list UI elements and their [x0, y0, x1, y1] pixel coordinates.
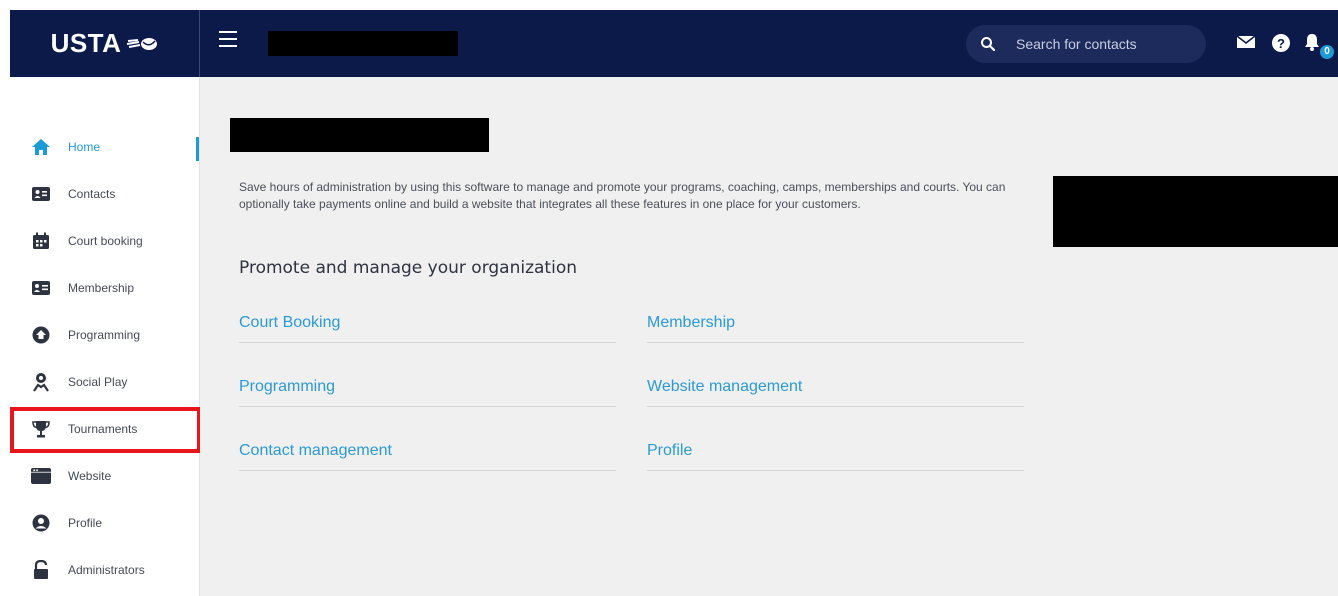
programming-icon	[31, 325, 51, 345]
link-label[interactable]: Website management	[647, 378, 802, 396]
redacted-side-panel	[1053, 176, 1338, 247]
sidebar-item-label: Website	[68, 469, 112, 483]
section-title: Promote and manage your organization	[239, 258, 577, 278]
link-label[interactable]: Programming	[239, 378, 335, 396]
link-profile[interactable]: Profile	[647, 439, 1024, 471]
social-play-icon	[31, 372, 51, 392]
link-label[interactable]: Profile	[647, 442, 692, 460]
sidebar-item-contacts[interactable]: Contacts	[10, 174, 200, 214]
tournaments-highlight-box	[10, 407, 201, 453]
sidebar-item-label: Social Play	[68, 375, 128, 389]
search-input[interactable]	[1016, 36, 1196, 52]
link-contact-management[interactable]: Contact management	[239, 439, 616, 471]
sidebar-item-label: Court booking	[68, 234, 143, 248]
menu-toggle-button[interactable]	[219, 31, 237, 47]
redacted-org-name	[268, 31, 458, 56]
sidebar-item-administrators[interactable]: Administrators	[10, 550, 200, 590]
sidebar-item-membership[interactable]: Membership	[10, 268, 200, 308]
intro-text: Save hours of administration by using th…	[239, 180, 1006, 211]
sidebar-item-social-play[interactable]: Social Play	[10, 362, 200, 402]
sidebar-item-court-booking[interactable]: Court booking	[10, 221, 200, 261]
mail-icon[interactable]	[1236, 34, 1256, 50]
sidebar: Home Contacts Court booking Membership P…	[10, 77, 200, 596]
sidebar-item-label: Membership	[68, 281, 135, 295]
logo-text: USTA	[50, 28, 122, 58]
lock-icon	[31, 560, 51, 580]
calendar-icon	[31, 231, 51, 251]
bell-icon[interactable]	[1303, 32, 1321, 52]
usta-logo[interactable]: USTA	[10, 10, 200, 77]
link-programming[interactable]: Programming	[239, 375, 616, 407]
user-circle-icon	[31, 513, 51, 533]
notification-badge: 0	[1320, 45, 1334, 59]
browser-window-icon	[31, 466, 51, 486]
svg-text:?: ?	[1277, 36, 1285, 51]
id-card-icon	[31, 278, 51, 298]
sidebar-item-label: Contacts	[68, 187, 116, 201]
link-label[interactable]: Court Booking	[239, 314, 340, 332]
sidebar-item-programming[interactable]: Programming	[10, 315, 200, 355]
sidebar-item-label: Programming	[68, 328, 141, 342]
sidebar-item-label: Profile	[68, 516, 103, 530]
link-court-booking[interactable]: Court Booking	[239, 311, 616, 343]
header-divider	[199, 10, 200, 77]
sidebar-item-website[interactable]: Website	[10, 456, 200, 496]
link-label[interactable]: Contact management	[239, 442, 392, 460]
contact-search-box[interactable]	[966, 25, 1206, 63]
sidebar-item-label: Home	[68, 140, 101, 154]
home-icon	[31, 137, 51, 157]
sidebar-item-profile[interactable]: Profile	[10, 503, 200, 543]
search-icon	[981, 37, 996, 52]
help-icon[interactable]: ?	[1271, 33, 1291, 53]
link-website-management[interactable]: Website management	[647, 375, 1024, 407]
link-label[interactable]: Membership	[647, 314, 735, 332]
link-membership[interactable]: Membership	[647, 311, 1024, 343]
sidebar-item-label: Administrators	[68, 563, 145, 577]
contact-card-icon	[31, 184, 51, 204]
sidebar-item-home[interactable]: Home	[10, 127, 200, 167]
redacted-page-heading	[230, 118, 489, 152]
tennis-ball-logo-icon	[127, 37, 158, 50]
